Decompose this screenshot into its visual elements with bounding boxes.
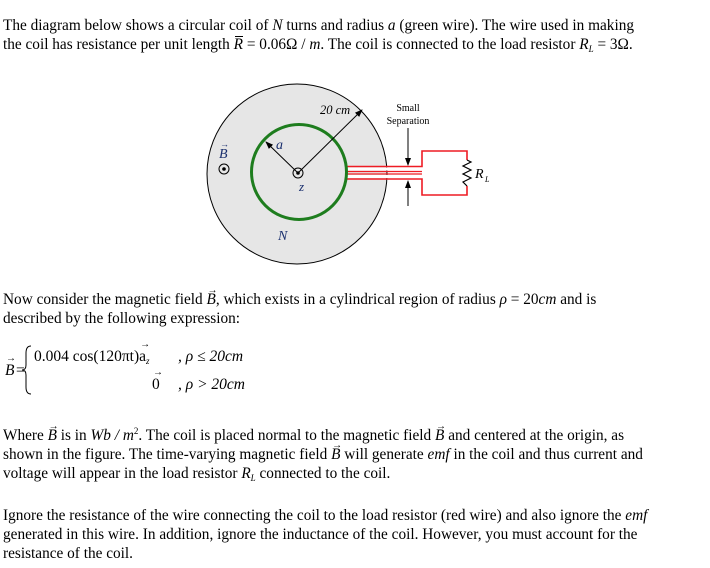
field-intro-line-2: described by the following expression: <box>3 310 241 327</box>
wire-gap-lower <box>346 175 422 178</box>
case1-condition: , ρ ≤ 20cm <box>178 348 244 365</box>
resistance-per-length-symbol: R <box>233 36 244 53</box>
field-intro-paragraph: Now consider the magnetic field B, which… <box>3 281 705 328</box>
radius-symbol: a <box>387 17 396 34</box>
field-dot <box>222 167 226 171</box>
wire-gap-upper <box>346 167 422 171</box>
case2-zero-vector: 0 <box>152 367 163 394</box>
where-line-3: voltage will appear in the load resistor… <box>3 465 391 483</box>
load-resistor-symbol: R <box>579 36 589 53</box>
z-axis-label: z <box>298 179 304 194</box>
separation-label-line2: Separation <box>387 116 430 127</box>
intro-line-1: The diagram below shows a circular coil … <box>3 17 634 34</box>
turns-label: N <box>277 229 288 244</box>
equation-brace <box>22 345 32 395</box>
ignore-line-1: Ignore the resistance of the wire connec… <box>3 507 648 524</box>
equation-lhs: B <box>5 353 17 380</box>
coil-diagram: B → 20 cm a z N Small Separation R L <box>206 83 490 265</box>
resistor-label-sub: L <box>484 175 490 184</box>
z-axis-dot <box>296 171 300 175</box>
coil-radius-label: a <box>276 138 283 153</box>
resistor-label: R <box>474 167 484 182</box>
separation-label-line1: Small <box>396 103 420 114</box>
ignore-line-3: resistance of the coil. <box>3 545 133 562</box>
field-vector-arrow: → <box>220 139 229 149</box>
case1-expression: 0.004 cos(120πt)az <box>34 339 150 366</box>
ignore-paragraph: Ignore the resistance of the wire connec… <box>3 506 705 563</box>
ignore-line-2: generated in this wire. In addition, ign… <box>3 526 638 543</box>
field-vector-symbol: B <box>206 281 217 309</box>
resistor-zigzag-icon <box>461 159 473 187</box>
intro-paragraph: The diagram below shows a circular coil … <box>3 16 705 59</box>
radius-20cm-label: 20 cm <box>320 103 350 117</box>
intro-line-2: the coil has resistance per unit length … <box>3 36 633 54</box>
where-line-1: Where B is in Wb / m2. The coil is place… <box>3 417 705 445</box>
where-paragraph: Where B is in Wb / m2. The coil is place… <box>3 417 705 488</box>
unit-vector-az: a <box>139 339 150 366</box>
where-line-2: shown in the figure. The time-varying ma… <box>3 436 705 464</box>
turns-symbol: N <box>272 17 283 34</box>
field-label: B <box>219 147 228 162</box>
case2-condition: , ρ > 20cm <box>178 376 245 393</box>
field-intro-line-1: Now consider the magnetic field B, which… <box>3 281 705 309</box>
